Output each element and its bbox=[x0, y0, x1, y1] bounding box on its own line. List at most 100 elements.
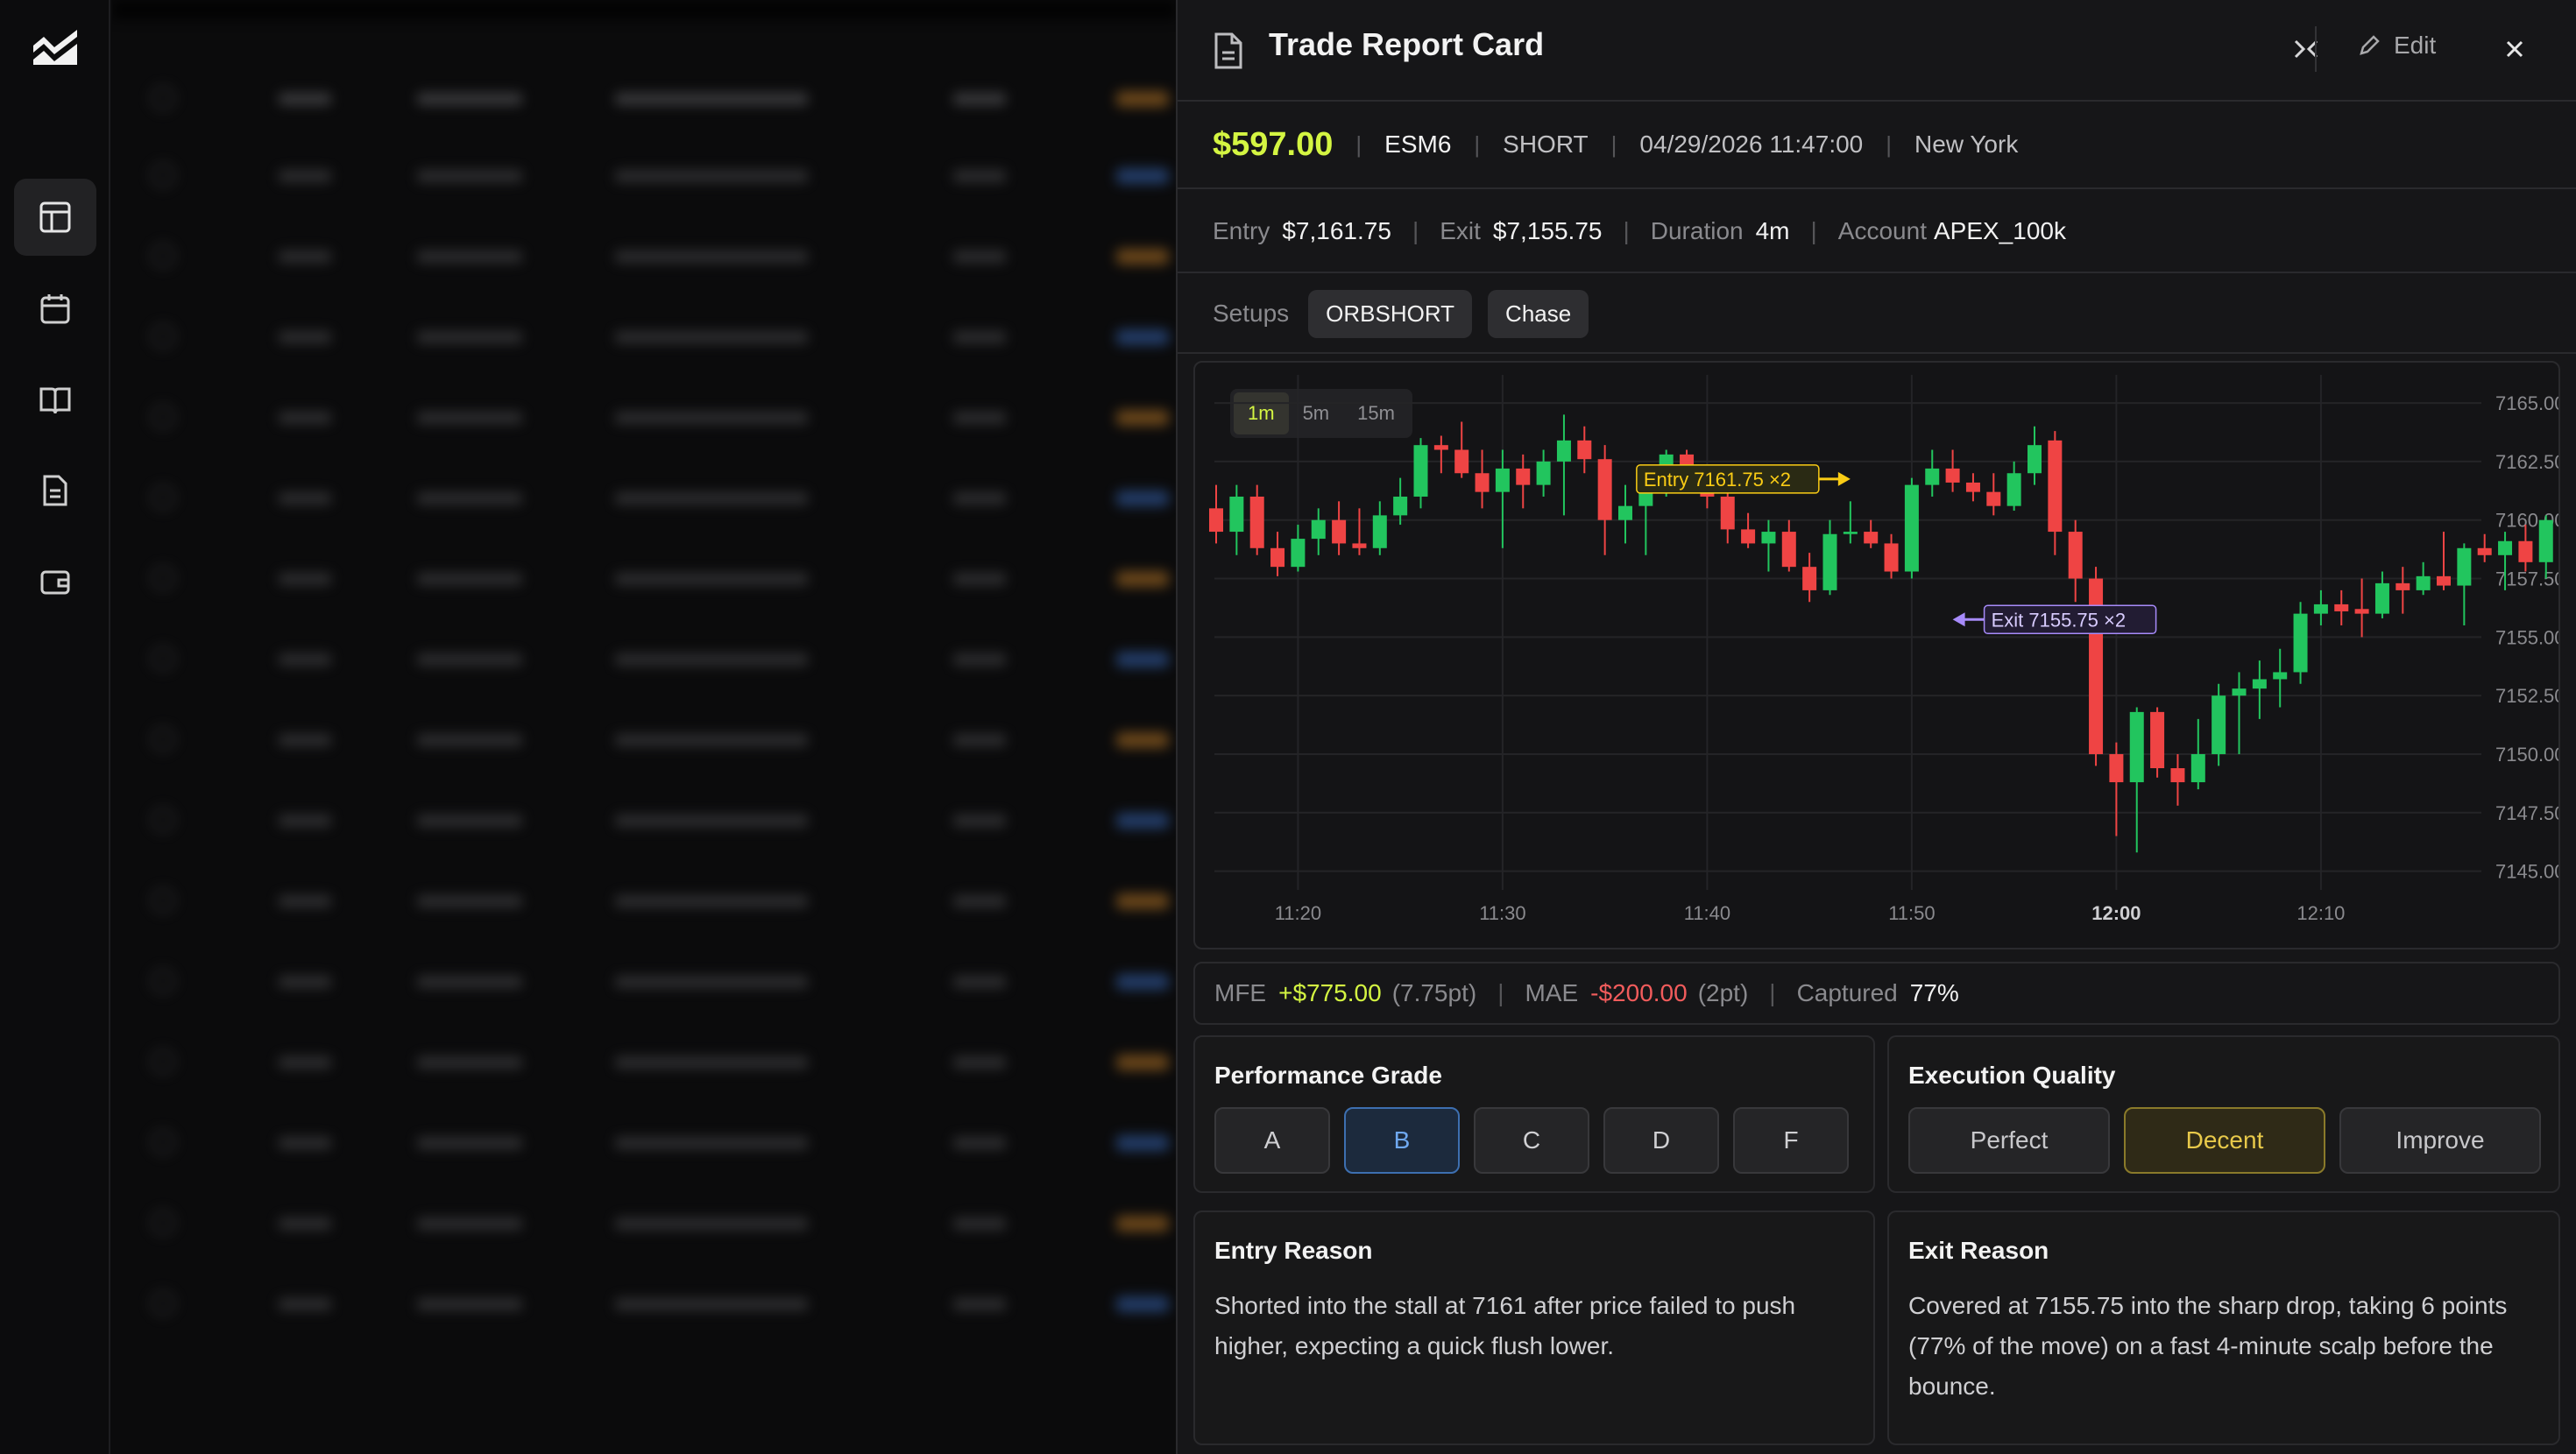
grade-c-button[interactable]: C bbox=[1474, 1107, 1589, 1174]
mfe-points: (7.75pt) bbox=[1391, 979, 1477, 1006]
header-divider bbox=[2315, 26, 2317, 72]
candle-body bbox=[1495, 468, 1510, 492]
status-badge bbox=[1116, 1055, 1169, 1070]
table-cell bbox=[953, 251, 1006, 263]
table-cell bbox=[615, 1298, 808, 1310]
nav-calendar-button[interactable] bbox=[14, 270, 96, 347]
entry-reason-card[interactable]: Entry Reason Shorted into the stall at 7… bbox=[1193, 1210, 1875, 1445]
setup-tag[interactable]: Chase bbox=[1488, 289, 1589, 338]
grade-d-button[interactable]: D bbox=[1603, 1107, 1719, 1174]
table-cell bbox=[953, 170, 1006, 182]
candle-body bbox=[1597, 459, 1612, 520]
table-cell bbox=[417, 1056, 522, 1069]
candle-body bbox=[1270, 547, 1285, 568]
candle-body bbox=[1945, 468, 1960, 483]
table-row bbox=[112, 135, 1176, 215]
setups-label: Setups bbox=[1213, 300, 1290, 327]
app-logo-icon[interactable] bbox=[32, 25, 79, 67]
setup-tag[interactable]: ORBSHORT bbox=[1308, 289, 1473, 338]
table-cell bbox=[279, 734, 331, 746]
nav-reports-button[interactable] bbox=[14, 452, 96, 529]
entry-reason-text[interactable]: Shorted into the stall at 7161 after pri… bbox=[1214, 1286, 1854, 1366]
nav-accounts-button[interactable] bbox=[14, 543, 96, 620]
execution-quality-title: Execution Quality bbox=[1908, 1062, 2116, 1089]
candle-body bbox=[1904, 484, 1919, 572]
x-tick-label: 11:20 bbox=[1275, 902, 1321, 924]
table-cell bbox=[615, 412, 808, 424]
nav-journal-button[interactable] bbox=[14, 361, 96, 438]
candle-body bbox=[2396, 582, 2410, 590]
candle-body bbox=[1884, 543, 1899, 572]
y-tick-label: 7147.50 bbox=[2495, 802, 2560, 824]
table-cell bbox=[279, 170, 331, 182]
exit-value: $7,155.75 bbox=[1492, 217, 1603, 244]
quality-perfect-button[interactable]: Perfect bbox=[1908, 1107, 2110, 1174]
pnl-value: $597.00 bbox=[1213, 125, 1334, 163]
table-header-row bbox=[112, 58, 1176, 138]
table-cell bbox=[953, 976, 1006, 988]
table-cell bbox=[953, 1298, 1006, 1310]
candle-body bbox=[1433, 445, 1448, 450]
table-cell bbox=[279, 1298, 331, 1310]
nav-dashboard-button[interactable] bbox=[14, 179, 96, 256]
candle-body bbox=[1229, 496, 1244, 533]
quality-decent-button[interactable]: Decent bbox=[2124, 1107, 2325, 1174]
row-checkbox-icon bbox=[151, 86, 175, 110]
table-cell bbox=[615, 1218, 808, 1230]
candle-body bbox=[1781, 532, 1796, 568]
blurred-table-content bbox=[112, 0, 1176, 1454]
table-row bbox=[112, 941, 1176, 1021]
grade-f-button[interactable]: F bbox=[1733, 1107, 1849, 1174]
status-badge bbox=[1116, 491, 1169, 506]
entry-reason-title: Entry Reason bbox=[1214, 1237, 1373, 1264]
grade-a-button[interactable]: A bbox=[1214, 1107, 1330, 1174]
panel-header: Trade Report Card Edit bbox=[1178, 0, 2576, 102]
candle-body bbox=[1761, 532, 1776, 544]
candle-body bbox=[2212, 695, 2226, 754]
table-cell bbox=[279, 93, 331, 105]
mae-points: (2pt) bbox=[1697, 979, 1749, 1006]
row-checkbox-icon bbox=[151, 244, 175, 268]
status-badge bbox=[1116, 652, 1169, 667]
divider: | bbox=[1769, 979, 1776, 1006]
candle-body bbox=[2416, 575, 2431, 590]
grade-b-button[interactable]: B bbox=[1344, 1107, 1460, 1174]
status-badge bbox=[1116, 91, 1169, 107]
y-tick-label: 7165.00 bbox=[2495, 392, 2560, 414]
exit-reason-title: Exit Reason bbox=[1908, 1237, 2049, 1264]
candle-body bbox=[2028, 445, 2042, 474]
table-cell bbox=[615, 170, 808, 182]
exit-reason-card[interactable]: Exit Reason Covered at 7155.75 into the … bbox=[1887, 1210, 2560, 1445]
grade-options: A B C D F bbox=[1214, 1107, 1849, 1174]
status-badge bbox=[1116, 1135, 1169, 1151]
candle-body bbox=[1802, 567, 1817, 590]
table-cell bbox=[417, 895, 522, 907]
table-row bbox=[112, 457, 1176, 538]
close-button[interactable] bbox=[2492, 26, 2537, 72]
candle-body bbox=[1822, 533, 1837, 590]
candle-body bbox=[2457, 547, 2472, 586]
candle-body bbox=[1986, 491, 2001, 506]
candle-body bbox=[1209, 508, 1223, 533]
table-row bbox=[112, 860, 1176, 941]
wallet-icon bbox=[40, 570, 70, 595]
exit-reason-text[interactable]: Covered at 7155.75 into the sharp drop, … bbox=[1908, 1286, 2539, 1407]
execution-quality-card: Execution Quality Perfect Decent Improve bbox=[1887, 1035, 2560, 1193]
candle-body bbox=[2006, 473, 2021, 506]
table-cell bbox=[953, 492, 1006, 505]
candle-body bbox=[2273, 672, 2288, 680]
edit-button[interactable]: Edit bbox=[2357, 32, 2436, 60]
divider: | bbox=[1623, 217, 1630, 244]
candle-body bbox=[1741, 529, 1756, 544]
table-cell bbox=[279, 1137, 331, 1149]
row-checkbox-icon bbox=[151, 808, 175, 832]
status-badge bbox=[1116, 893, 1169, 909]
table-row bbox=[112, 377, 1176, 457]
quality-improve-button[interactable]: Improve bbox=[2339, 1107, 2541, 1174]
divider: | bbox=[1610, 131, 1617, 158]
quality-options: Perfect Decent Improve bbox=[1908, 1107, 2541, 1174]
candle-body bbox=[1864, 532, 1879, 544]
table-cell bbox=[417, 815, 522, 827]
entry-label: Entry bbox=[1213, 217, 1270, 244]
row-checkbox-icon bbox=[151, 969, 175, 993]
